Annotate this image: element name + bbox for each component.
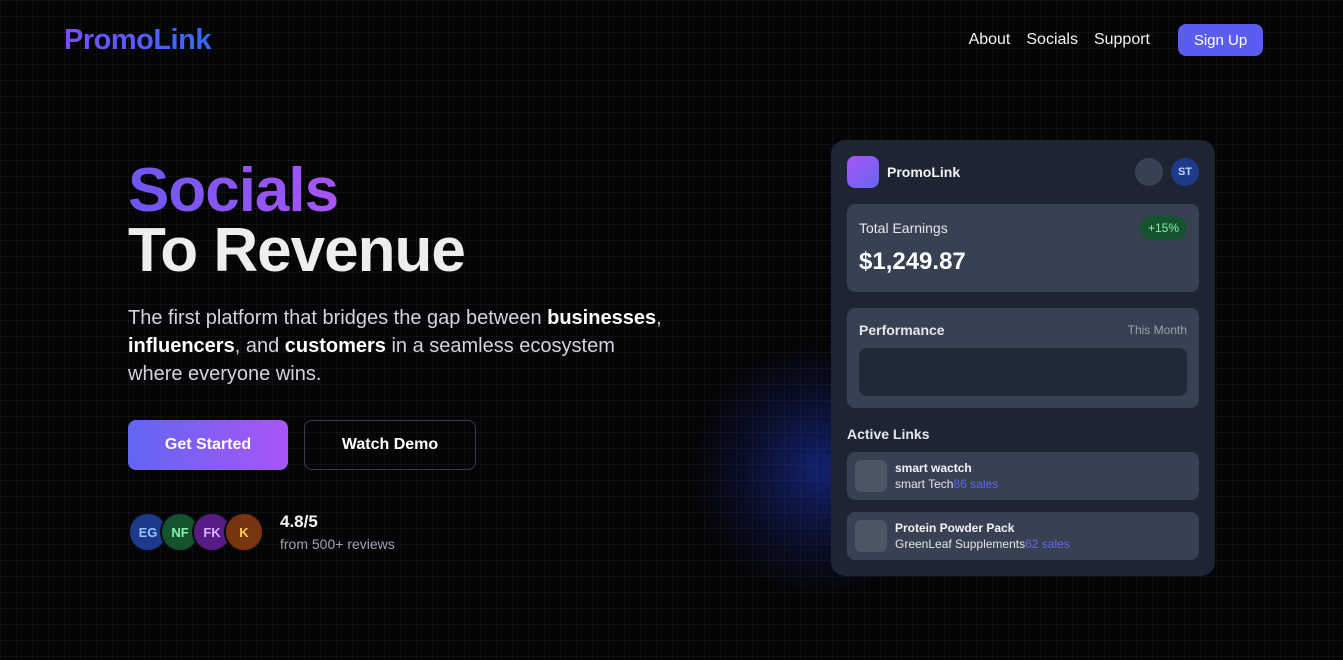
get-started-button[interactable]: Get Started bbox=[128, 420, 288, 470]
desc-text-3: , and bbox=[234, 335, 285, 357]
nav-link-about[interactable]: About bbox=[969, 31, 1011, 49]
product-meta: GreenLeaf Supplements62 sales bbox=[895, 537, 1070, 551]
nav-link-socials[interactable]: Socials bbox=[1026, 31, 1078, 49]
list-item[interactable]: smart wactch smart Tech86 sales bbox=[847, 452, 1199, 500]
performance-panel: Performance This Month bbox=[847, 308, 1199, 408]
app-logo-icon bbox=[847, 156, 879, 188]
card-brand-name: PromoLink bbox=[887, 164, 961, 180]
performance-chart-area bbox=[859, 348, 1187, 396]
vendor-name: smart Tech bbox=[895, 477, 954, 491]
logo[interactable]: PromoLink bbox=[64, 24, 211, 57]
sales-count: 86 sales bbox=[953, 477, 999, 491]
nav-link-support[interactable]: Support bbox=[1094, 31, 1150, 49]
rating-subtext: from 500+ reviews bbox=[280, 536, 395, 552]
dashboard-preview-card: PromoLink ST Total Earnings +15% $1,249.… bbox=[831, 140, 1215, 576]
avatar: K bbox=[224, 512, 264, 552]
reviewer-avatars: EG NF FK K bbox=[128, 512, 264, 552]
active-links-title: Active Links bbox=[847, 426, 930, 442]
product-name: Protein Powder Pack bbox=[895, 521, 1015, 535]
earnings-value: $1,249.87 bbox=[859, 248, 966, 275]
vendor-name: GreenLeaf Supplements bbox=[895, 537, 1026, 551]
performance-period[interactable]: This Month bbox=[1128, 323, 1187, 337]
desc-bold-customers: customers bbox=[284, 335, 386, 357]
watch-demo-button[interactable]: Watch Demo bbox=[304, 420, 476, 470]
top-nav: About Socials Support Sign Up bbox=[969, 24, 1263, 56]
product-thumbnail bbox=[855, 460, 887, 492]
hero-description: The first platform that bridges the gap … bbox=[128, 304, 668, 388]
product-thumbnail bbox=[855, 520, 887, 552]
earnings-label: Total Earnings bbox=[859, 220, 948, 236]
product-meta: smart Tech86 sales bbox=[895, 477, 998, 491]
list-item[interactable]: Protein Powder Pack GreenLeaf Supplement… bbox=[847, 512, 1199, 560]
hero-headline: To Revenue bbox=[128, 216, 466, 285]
earnings-panel: Total Earnings +15% $1,249.87 bbox=[847, 204, 1199, 292]
notification-icon[interactable] bbox=[1135, 158, 1163, 186]
performance-label: Performance bbox=[859, 322, 945, 338]
desc-text-2: , bbox=[656, 307, 662, 329]
desc-text-1: The first platform that bridges the gap … bbox=[128, 307, 548, 329]
sign-up-button[interactable]: Sign Up bbox=[1178, 24, 1263, 56]
desc-bold-businesses: businesses bbox=[547, 307, 657, 329]
product-name: smart wactch bbox=[895, 461, 972, 475]
desc-bold-influencers: influencers bbox=[128, 335, 235, 357]
earnings-change-badge: +15% bbox=[1139, 216, 1187, 240]
sales-count: 62 sales bbox=[1025, 537, 1070, 551]
rating-value: 4.8/5 bbox=[280, 512, 318, 531]
user-avatar[interactable]: ST bbox=[1171, 158, 1199, 186]
